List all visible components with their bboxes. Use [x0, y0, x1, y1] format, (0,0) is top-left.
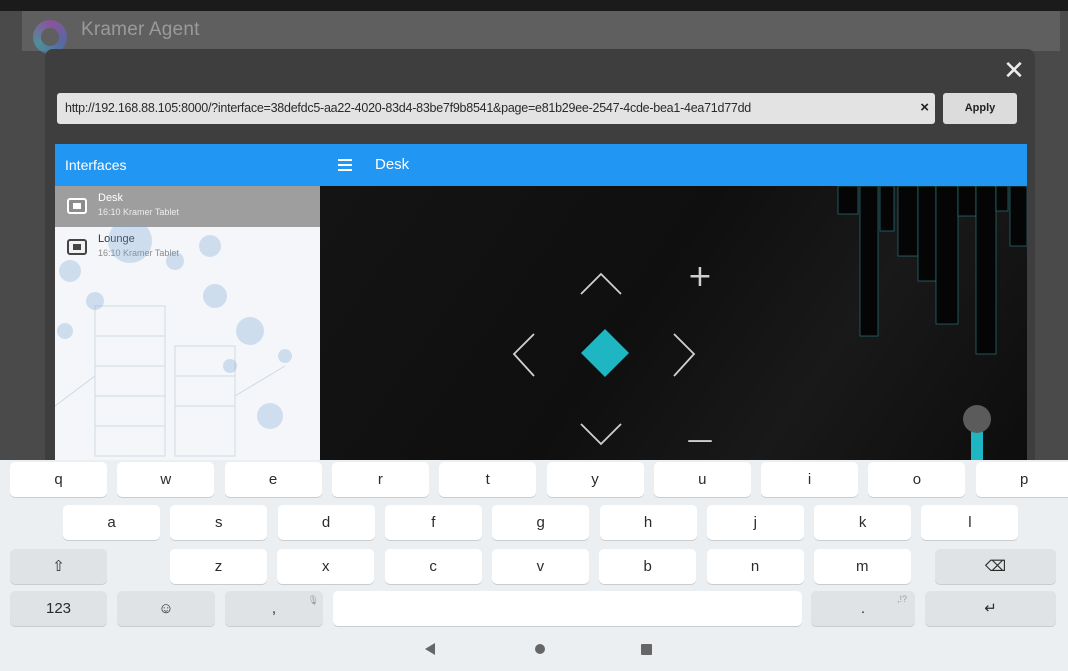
back-icon[interactable]	[425, 643, 435, 655]
enter-key[interactable]: ↵	[925, 591, 1056, 626]
close-icon[interactable]: ✕	[1001, 57, 1027, 84]
numbers-key[interactable]: 123	[10, 591, 107, 626]
page-title: Desk	[375, 156, 410, 173]
key-l[interactable]: l	[921, 505, 1019, 540]
key-y[interactable]: y	[546, 462, 644, 497]
key-s[interactable]: s	[170, 505, 268, 540]
key-k[interactable]: k	[814, 505, 912, 540]
period-key[interactable]: . ,!?	[811, 591, 915, 626]
left-arrow-button[interactable]	[512, 333, 535, 377]
decorative-bar	[957, 186, 977, 217]
decorative-bar	[935, 186, 959, 325]
comma-key[interactable]: , 🎙	[225, 591, 323, 626]
main-header	[320, 144, 1027, 186]
key-v[interactable]: v	[491, 549, 589, 584]
key-z[interactable]: z	[170, 549, 267, 584]
key-x[interactable]: x	[277, 549, 375, 584]
interfaces-sidebar: Interfaces Desk 16:10 Kramer Tablet Loun…	[55, 144, 320, 460]
sidebar-illustration	[55, 226, 292, 457]
key-w[interactable]: w	[117, 462, 215, 497]
key-i[interactable]: i	[761, 462, 859, 497]
decorative-bar	[995, 186, 1009, 212]
clear-url-icon[interactable]: ×	[920, 99, 929, 116]
key-p[interactable]: p	[975, 462, 1068, 497]
list-item-desk[interactable]: Desk 16:10 Kramer Tablet	[55, 186, 320, 227]
key-q[interactable]: q	[10, 462, 107, 497]
key-c[interactable]: c	[384, 549, 482, 584]
status-bar	[0, 0, 1068, 11]
slider-track	[971, 430, 983, 460]
decorative-bar	[917, 186, 937, 282]
key-t[interactable]: t	[439, 462, 537, 497]
microphone-icon: 🎙	[307, 595, 319, 605]
backspace-key[interactable]: ⌫	[935, 549, 1056, 584]
app-title: Kramer Agent	[81, 19, 200, 40]
decorative-bar	[837, 186, 859, 215]
down-arrow-button[interactable]	[580, 423, 622, 446]
right-arrow-button[interactable]	[673, 333, 696, 377]
list-item-subtitle: 16:10 Kramer Tablet	[98, 207, 179, 217]
apply-button[interactable]: Apply	[943, 93, 1017, 124]
comma-key-label: ,	[271, 600, 277, 617]
decorative-bar	[879, 186, 895, 232]
home-icon[interactable]	[535, 644, 545, 654]
key-h[interactable]: h	[599, 505, 697, 540]
screen: Kramer Agent ✕ http://192.168.88.105:800…	[0, 0, 1068, 671]
navigation-bar	[0, 631, 1068, 671]
key-n[interactable]: n	[706, 549, 804, 584]
key-u[interactable]: u	[653, 462, 751, 497]
decorative-bar	[975, 186, 997, 355]
sidebar-header: Interfaces	[55, 144, 320, 186]
period-key-label: .	[860, 600, 866, 617]
key-e[interactable]: e	[224, 462, 322, 497]
key-b[interactable]: b	[599, 549, 697, 584]
url-input-value: http://192.168.88.105:8000/?interface=38…	[65, 101, 752, 115]
decorative-bar	[897, 186, 919, 257]
list-item-title: Desk	[98, 192, 124, 204]
up-arrow-button[interactable]	[580, 272, 622, 295]
volume-down-button[interactable]: —	[687, 425, 713, 455]
control-panel: + —	[320, 186, 1027, 460]
key-r[interactable]: r	[331, 462, 429, 497]
menu-icon[interactable]	[338, 159, 352, 171]
volume-up-button[interactable]: +	[687, 259, 712, 294]
punctuation-hint: ,!?	[896, 594, 907, 604]
key-m[interactable]: m	[813, 549, 911, 584]
emoji-key[interactable]: ☺	[117, 591, 215, 626]
space-key[interactable]	[333, 591, 802, 626]
key-d[interactable]: d	[277, 505, 375, 540]
url-input[interactable]: http://192.168.88.105:8000/?interface=38…	[57, 93, 935, 124]
key-o[interactable]: o	[868, 462, 966, 497]
ok-button[interactable]	[581, 329, 629, 377]
slider-handle[interactable]	[963, 405, 991, 433]
shift-key[interactable]: ⇧	[10, 549, 107, 584]
key-f[interactable]: f	[384, 505, 482, 540]
recents-icon[interactable]	[641, 644, 652, 655]
key-g[interactable]: g	[492, 505, 590, 540]
tablet-icon	[67, 198, 87, 214]
decorative-bar	[1009, 186, 1027, 247]
decorative-bar	[859, 186, 879, 337]
key-a[interactable]: a	[63, 505, 160, 540]
decorative-bars	[837, 186, 1027, 355]
key-j[interactable]: j	[706, 505, 804, 540]
